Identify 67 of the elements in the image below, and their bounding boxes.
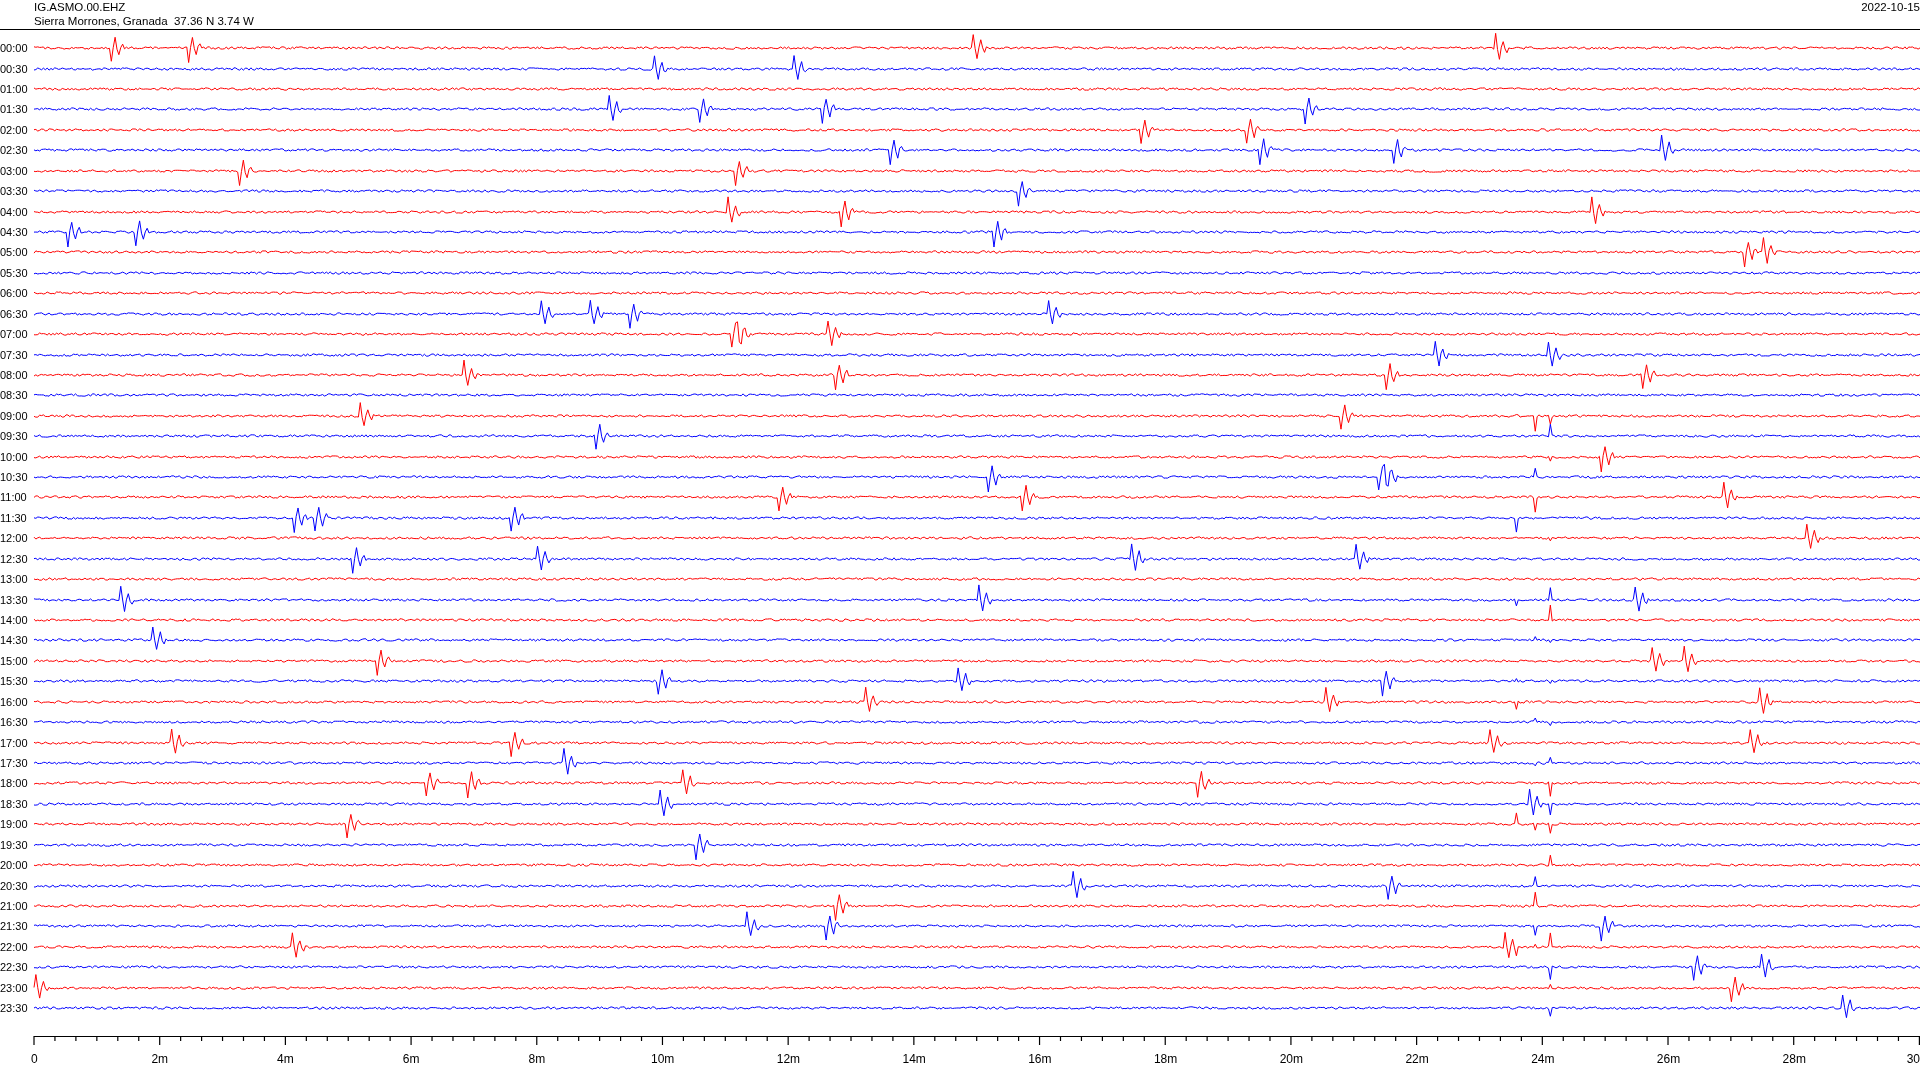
axis-tick-label: 28m xyxy=(1782,1052,1806,1066)
time-label: 16:00 xyxy=(0,695,29,708)
time-label: 20:00 xyxy=(0,859,29,872)
time-label: 08:30 xyxy=(0,389,29,402)
time-label: 05:30 xyxy=(0,266,29,279)
time-label: 12:00 xyxy=(0,532,29,545)
time-label: 12:30 xyxy=(0,552,29,565)
time-label: 00:30 xyxy=(0,62,29,75)
time-label: 00:00 xyxy=(0,42,29,55)
time-label: 21:30 xyxy=(0,920,29,933)
axis-tick-label: 6m xyxy=(402,1052,420,1066)
time-label: 06:30 xyxy=(0,307,29,320)
time-label: 22:30 xyxy=(0,961,29,974)
axis-tick-label: 12m xyxy=(776,1052,801,1066)
time-label: 13:30 xyxy=(0,593,29,606)
time-label: 20:30 xyxy=(0,879,29,892)
axis-tick-label: 26m xyxy=(1656,1052,1681,1066)
time-label: 11:00 xyxy=(0,491,28,504)
time-label: 19:00 xyxy=(0,818,29,831)
time-label: 18:30 xyxy=(0,797,29,810)
time-label: 19:30 xyxy=(0,838,29,851)
time-label: 02:30 xyxy=(0,144,29,157)
time-label: 03:30 xyxy=(0,185,29,198)
axis-tick-label: 20m xyxy=(1279,1052,1303,1066)
time-label: 17:00 xyxy=(0,736,29,749)
axis-tick-label: 10m xyxy=(651,1052,675,1066)
time-label: 10:30 xyxy=(0,471,29,484)
station-code: IG.ASMO.00.EHZ xyxy=(34,0,127,14)
time-label: 23:30 xyxy=(0,1002,29,1015)
time-label: 15:00 xyxy=(0,654,29,667)
axis-tick-label: 24m xyxy=(1531,1052,1555,1066)
time-label: 01:00 xyxy=(0,83,29,96)
time-label: 07:00 xyxy=(0,328,29,341)
axis-tick-label: 14m xyxy=(902,1052,926,1066)
time-label: 07:30 xyxy=(0,348,29,361)
axis-tick-label: 30 xyxy=(1906,1052,1920,1066)
time-label: 23:00 xyxy=(0,981,29,994)
time-label: 01:30 xyxy=(0,103,29,116)
axis-tick-label: 8m xyxy=(528,1052,546,1066)
axis-tick-label: 18m xyxy=(1153,1052,1178,1066)
time-label: 15:30 xyxy=(0,675,29,688)
time-label: 09:30 xyxy=(0,430,29,443)
time-label: 02:00 xyxy=(0,123,29,136)
time-label: 14:00 xyxy=(0,614,29,626)
time-label: 03:00 xyxy=(0,164,29,177)
time-label: 10:00 xyxy=(0,450,29,463)
time-label: 04:00 xyxy=(0,205,29,218)
station-location: Sierra Morrones, Granada 37.36 N 3.74 W xyxy=(34,14,254,28)
axis-tick-label: 16m xyxy=(1028,1052,1052,1066)
time-label: 18:00 xyxy=(0,777,29,790)
time-label: 09:00 xyxy=(0,409,29,422)
axis-tick-label: 22m xyxy=(1405,1052,1429,1066)
time-label: 13:00 xyxy=(0,573,29,586)
time-label: 21:00 xyxy=(0,899,29,912)
time-label: 05:00 xyxy=(0,246,29,259)
record-date: 2022-10-15 xyxy=(1861,0,1920,15)
axis-tick-label: 2m xyxy=(151,1052,169,1066)
time-label: 06:00 xyxy=(0,287,29,300)
time-label: 04:30 xyxy=(0,226,29,238)
time-label: 11:30 xyxy=(0,511,28,524)
time-label: 17:30 xyxy=(0,756,29,769)
time-label: 22:00 xyxy=(0,940,29,953)
axis-tick-label: 4m xyxy=(277,1052,294,1066)
time-label: 14:30 xyxy=(0,634,29,647)
axis-tick-label: 0 xyxy=(31,1052,38,1066)
time-label: 08:00 xyxy=(0,368,29,381)
time-label: 16:30 xyxy=(0,716,29,729)
